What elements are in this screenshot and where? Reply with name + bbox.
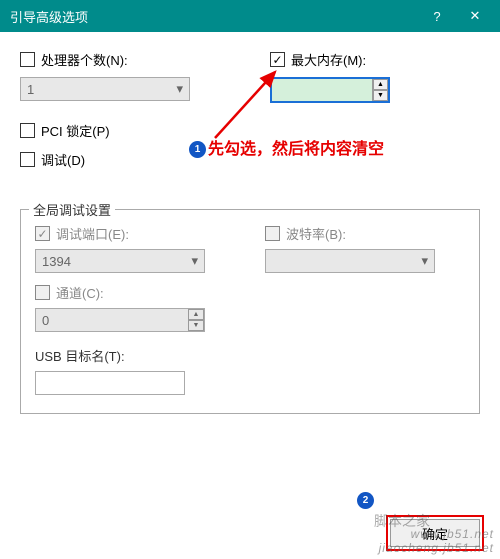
window-title: 引导高级选项 <box>10 7 88 26</box>
processor-count-label: 处理器个数(N): <box>41 50 128 69</box>
global-debug-fieldset: 全局调试设置 调试端口(E): 1394 ▾ 波特率(B): <box>20 209 480 414</box>
debug-port-checkbox: 调试端口(E): <box>35 224 235 243</box>
channel-spinner: 0 ▲ ▼ <box>35 308 205 332</box>
spinner-up-icon: ▲ <box>188 309 204 320</box>
channel-checkbox: 通道(C): <box>35 283 235 302</box>
fieldset-legend: 全局调试设置 <box>29 200 115 219</box>
processor-count-select: 1 ▾ <box>20 77 190 101</box>
processor-count-value: 1 <box>27 82 34 97</box>
debug-port-value: 1394 <box>42 254 71 269</box>
max-memory-input[interactable]: ▲ ▼ <box>270 77 390 103</box>
channel-label: 通道(C): <box>56 283 104 302</box>
baud-rate-checkbox: 波特率(B): <box>265 224 465 243</box>
channel-value: 0 <box>42 313 49 328</box>
spinner-up-icon[interactable]: ▲ <box>373 79 388 90</box>
chevron-down-icon: ▾ <box>421 253 428 269</box>
spinner-down-icon[interactable]: ▼ <box>373 90 388 101</box>
help-icon[interactable]: ? <box>422 4 452 28</box>
spinner-down-icon: ▼ <box>188 320 204 331</box>
chevron-down-icon: ▾ <box>176 81 183 97</box>
checkbox-icon <box>35 226 50 241</box>
close-icon[interactable]: ✕ <box>460 4 490 28</box>
usb-target-label: USB 目标名(T): <box>35 346 465 365</box>
checkbox-icon <box>35 285 50 300</box>
debug-label: 调试(D) <box>41 150 85 169</box>
checkbox-icon <box>265 226 280 241</box>
watermark-url: www.jb51.net <box>411 527 494 541</box>
window-controls: ? ✕ <box>422 4 490 28</box>
usb-target-input <box>35 371 185 395</box>
checkbox-icon <box>20 123 35 138</box>
annotation-badge-1: 1 <box>189 141 206 158</box>
checkbox-icon <box>270 52 285 67</box>
dialog-content: 处理器个数(N): 1 ▾ 最大内存(M): ▲ ▼ PCI <box>0 32 500 424</box>
baud-rate-select: ▾ <box>265 249 435 273</box>
debug-port-select: 1394 ▾ <box>35 249 205 273</box>
max-memory-label: 最大内存(M): <box>291 50 366 69</box>
checkbox-icon <box>20 152 35 167</box>
pci-lock-label: PCI 锁定(P) <box>41 121 110 140</box>
chevron-down-icon: ▾ <box>191 253 198 269</box>
debug-port-label: 调试端口(E): <box>56 224 129 243</box>
title-bar: 引导高级选项 ? ✕ <box>0 0 500 32</box>
annotation-badge-2: 2 <box>357 492 374 509</box>
max-memory-checkbox[interactable]: 最大内存(M): <box>270 50 480 69</box>
annotation-text: 先勾选，然后将内容清空 <box>208 135 384 159</box>
processor-count-checkbox[interactable]: 处理器个数(N): <box>20 50 230 69</box>
checkbox-icon <box>20 52 35 67</box>
baud-rate-label: 波特率(B): <box>286 224 346 243</box>
watermark-url-2: jiaocheng.jb51.net <box>379 541 494 555</box>
